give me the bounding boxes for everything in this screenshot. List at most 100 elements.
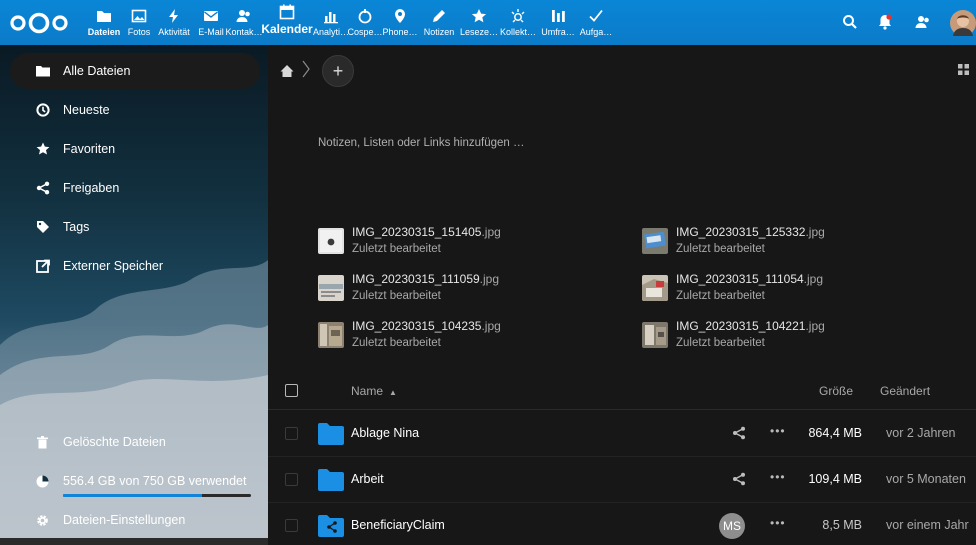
nav-recent[interactable]: Neueste [10, 92, 260, 128]
thumbnail-icon [642, 228, 668, 254]
recent-file-item[interactable]: IMG_20230315_151405.jpg Zuletzt bearbeit… [318, 224, 618, 264]
share-icon[interactable] [732, 472, 746, 486]
avatar-initials: MS [723, 519, 741, 533]
file-name[interactable]: BeneficiaryClaim [351, 518, 445, 532]
nav-label: Tags [63, 220, 90, 234]
file-name[interactable]: Ablage Nina [351, 426, 419, 440]
more-actions-icon[interactable]: ••• [770, 470, 786, 484]
nav-external-storage[interactable]: Externer Speicher [10, 248, 260, 284]
file-row[interactable]: BeneficiaryClaim MS ••• 8,5 MB vor einem… [268, 503, 976, 545]
nav-deleted-files[interactable]: Gelöschte Dateien [10, 424, 260, 460]
recent-file-item[interactable]: IMG_20230315_104235.jpg Zuletzt bearbeit… [318, 318, 618, 358]
bell-icon[interactable] [876, 13, 894, 31]
app-analytics[interactable]: Analyti… [313, 0, 349, 45]
recent-file-name: IMG_20230315_111059.jpg [352, 272, 500, 286]
column-header-size[interactable]: Größe [819, 384, 853, 398]
nav-label: Freigaben [63, 181, 120, 195]
select-all-checkbox[interactable] [285, 384, 298, 397]
app-notes[interactable]: Notizen [418, 0, 460, 45]
app-polls[interactable]: Umfra… [538, 0, 578, 45]
trash-icon [37, 435, 48, 448]
file-name[interactable]: Arbeit [351, 472, 384, 486]
file-modified: vor 5 Monaten [886, 472, 966, 486]
column-header-modified[interactable]: Geändert [880, 384, 930, 398]
more-actions-icon[interactable]: ••• [770, 516, 786, 530]
app-label: Aktivität [158, 27, 190, 37]
app-calendar[interactable]: Kalender [260, 0, 314, 45]
contacts-icon [236, 10, 250, 22]
recent-file-status: Zuletzt bearbeitet [676, 243, 765, 255]
app-photos[interactable]: Fotos [124, 0, 154, 45]
recent-file-item[interactable]: IMG_20230315_111059.jpg Zuletzt bearbeit… [318, 271, 618, 311]
nextcloud-logo[interactable] [10, 12, 68, 34]
folder-icon [318, 423, 344, 445]
recent-file-item[interactable]: IMG_20230315_104221.jpg Zuletzt bearbeit… [642, 318, 942, 358]
nav-label: Neueste [63, 103, 110, 117]
nav-tags[interactable]: Tags [10, 209, 260, 245]
clock-icon [36, 103, 50, 117]
app-label: Umfra… [541, 27, 575, 37]
app-label: Dateien [87, 27, 121, 37]
file-row[interactable]: Ablage Nina ••• 864,4 MB vor 2 Jahren [268, 411, 976, 457]
scrollbar-thumb[interactable] [0, 538, 287, 545]
shared-folder-icon [318, 515, 344, 537]
column-header-name[interactable]: Name ▲ [351, 384, 397, 398]
sort-ascending-icon: ▲ [389, 388, 397, 397]
app-phonetrack[interactable]: Phone… [382, 0, 418, 45]
location-pin-icon [395, 9, 405, 23]
contacts-menu-icon[interactable] [914, 13, 932, 31]
home-icon[interactable] [280, 64, 294, 78]
app-label: Leseze… [459, 27, 499, 37]
search-icon[interactable] [841, 13, 859, 31]
app-bookmarks[interactable]: Leseze… [460, 0, 498, 45]
recent-file-item[interactable]: IMG_20230315_125332.jpg Zuletzt bearbeit… [642, 224, 942, 264]
nav-label: Alle Dateien [63, 64, 131, 78]
thumbnail-icon [318, 228, 344, 254]
file-size: 109,4 MB [808, 472, 862, 486]
avatar[interactable] [950, 10, 976, 36]
nav-label: Externer Speicher [63, 259, 164, 273]
new-button[interactable]: + [322, 55, 354, 87]
nav-files-settings[interactable]: Dateien-Einstellungen [10, 502, 260, 538]
recent-file-status: Zuletzt bearbeitet [352, 243, 441, 255]
bar-chart-icon [324, 12, 338, 24]
nav-all-files[interactable]: Alle Dateien [10, 53, 260, 89]
star-icon [36, 142, 50, 155]
file-table-header: Name ▲ Größe Geändert [268, 372, 976, 410]
app-files[interactable]: Dateien [84, 0, 124, 45]
coins-icon [358, 9, 372, 24]
app-activity[interactable]: Aktivität [154, 0, 194, 45]
recent-file-name: IMG_20230315_104235.jpg [352, 319, 501, 333]
grid-view-icon[interactable] [958, 64, 969, 75]
app-collectives[interactable]: Kollekt… [498, 0, 538, 45]
app-mail[interactable]: E-Mail [194, 0, 228, 45]
folder-icon [318, 469, 344, 491]
quota-label: 556.4 GB von 750 GB verwendet [63, 474, 247, 488]
share-icon[interactable] [732, 426, 746, 440]
row-checkbox[interactable] [285, 473, 298, 486]
calendar-icon [279, 4, 295, 20]
nav-shares[interactable]: Freigaben [10, 170, 260, 206]
external-storage-icon [36, 259, 50, 273]
share-icon [36, 181, 50, 195]
row-checkbox[interactable] [285, 427, 298, 440]
app-label: Kontak… [225, 27, 263, 37]
file-size: 864,4 MB [808, 426, 862, 440]
recent-file-status: Zuletzt bearbeitet [352, 337, 441, 349]
recent-file-item[interactable]: IMG_20230315_111054.jpg Zuletzt bearbeit… [642, 271, 942, 311]
thumbnail-icon [318, 275, 344, 301]
app-cospend[interactable]: Cospe… [348, 0, 383, 45]
recent-file-name: IMG_20230315_151405.jpg [352, 225, 501, 239]
file-row[interactable]: Arbeit ••• 109,4 MB vor 5 Monaten [268, 457, 976, 503]
pie-chart-icon [36, 475, 49, 487]
row-checkbox[interactable] [285, 519, 298, 532]
app-tasks[interactable]: Aufga… [578, 0, 614, 45]
more-actions-icon[interactable]: ••• [770, 424, 786, 438]
app-label: Notizen [423, 27, 455, 37]
owner-avatar[interactable]: MS [719, 513, 745, 539]
nav-favorites[interactable]: Favoriten [10, 131, 260, 167]
rich-workspace-placeholder[interactable]: Notizen, Listen oder Links hinzufügen … [318, 137, 524, 149]
horizontal-scrollbar[interactable] [0, 538, 287, 545]
app-contacts[interactable]: Kontak… [225, 0, 263, 45]
app-menu: Dateien Fotos Aktivität E-Mail Kontak… K… [84, 0, 614, 45]
